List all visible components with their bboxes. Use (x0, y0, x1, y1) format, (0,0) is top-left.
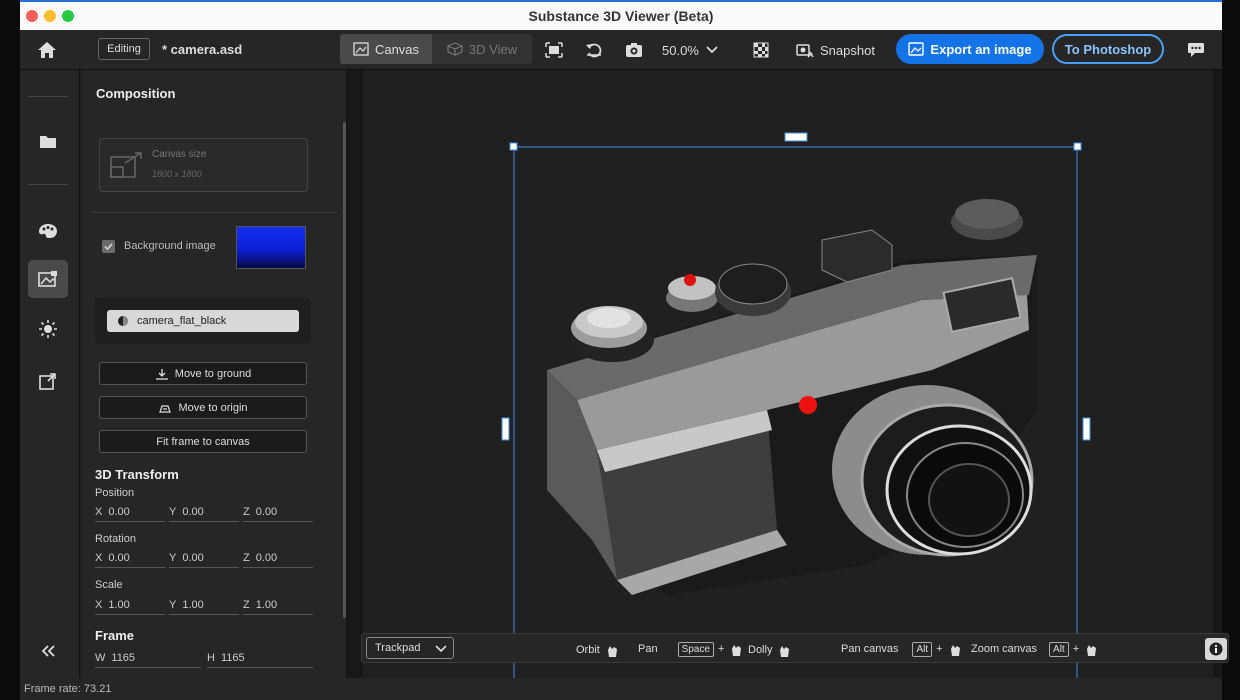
move-to-origin-label: Move to origin (178, 401, 248, 414)
background-image-checkbox[interactable] (102, 240, 115, 253)
move-to-ground-button[interactable]: Move to ground (99, 362, 307, 385)
composition-title: Composition (96, 86, 176, 101)
scale-y-field[interactable]: Y 1.00 (169, 595, 239, 615)
divider (28, 184, 68, 185)
divider (91, 212, 337, 213)
transform-title: 3D Transform (95, 467, 179, 482)
folder-icon[interactable] (28, 122, 68, 160)
hand-gesture-icon (607, 646, 617, 657)
app-window: Substance 3D Viewer (Beta) Editing * cam… (20, 0, 1229, 700)
composition-icon[interactable] (28, 260, 68, 298)
checkerboard-icon[interactable] (750, 38, 772, 62)
canvas-size-value: 1800 x 1800 (152, 169, 202, 179)
snapshot-label: Snapshot (820, 42, 875, 58)
properties-panel: Composition Canvas size 1800 x 1800 Back… (81, 70, 347, 678)
pan-canvas-hint: Pan canvas Alt + (841, 641, 963, 657)
move-to-origin-button[interactable]: Move to origin (99, 396, 307, 419)
tab-canvas-label: Canvas (374, 41, 420, 57)
scale-z-field[interactable]: Z 1.00 (243, 595, 313, 615)
canvas-size-label: Canvas size (152, 149, 207, 160)
scale-x-field[interactable]: X 1.00 (95, 595, 165, 615)
move-to-ground-label: Move to ground (174, 367, 252, 380)
hand-gesture-icon (950, 645, 960, 656)
file-name: * camera.asd (162, 41, 243, 57)
hand-gesture-icon (732, 645, 742, 656)
pan-hint: Pan Space + (638, 641, 744, 657)
window-title: Substance 3D Viewer (Beta) (528, 8, 714, 24)
material-slot: camera_flat_black (95, 298, 311, 344)
export-image-label: Export an image (930, 41, 1032, 57)
snapshot-button[interactable]: Snapshot (796, 38, 875, 62)
export-icon (908, 42, 925, 56)
input-mode-select[interactable]: Trackpad (366, 637, 454, 659)
dolly-hint: Dolly (748, 642, 792, 658)
chevron-down-icon[interactable] (704, 38, 720, 62)
status-bar: Frame rate: 73.21 (20, 678, 1222, 700)
fit-frame-button[interactable]: Fit frame to canvas (99, 430, 307, 453)
canvas-size-field[interactable]: Canvas size 1800 x 1800 (99, 138, 308, 192)
chevron-down-icon (435, 645, 447, 653)
tab-3d-view-label: 3D View (468, 41, 518, 57)
frame-icon[interactable] (542, 38, 566, 62)
input-mode-label: Trackpad (375, 642, 421, 654)
export-image-button[interactable]: Export an image (896, 34, 1044, 64)
zoom-canvas-hint: Zoom canvas Alt + (971, 641, 1099, 657)
snapshot-icon (796, 44, 814, 58)
material-name: camera_flat_black (137, 315, 227, 327)
checkmark-icon (104, 243, 113, 251)
lighting-sun-icon[interactable] (28, 310, 68, 348)
camera-render (501, 132, 1091, 678)
frame-title: Frame (95, 628, 135, 643)
cube-icon (447, 42, 463, 56)
hand-gesture-icon (1087, 645, 1097, 656)
origin-icon (159, 404, 172, 413)
alt-key: Alt (1049, 641, 1069, 657)
position-x-field[interactable]: X 0.00 (95, 502, 165, 522)
title-bar: Substance 3D Viewer (Beta) (20, 0, 1222, 30)
collapse-panel-icon[interactable] (28, 632, 68, 670)
editing-mode-button[interactable]: Editing (98, 38, 150, 60)
material-button[interactable]: camera_flat_black (107, 310, 299, 332)
frame-rate: Frame rate: 73.21 (24, 683, 112, 695)
divider (28, 96, 68, 97)
hand-gesture-icon (780, 646, 790, 657)
materials-palette-icon[interactable] (28, 212, 68, 250)
background-image-swatch[interactable] (236, 226, 306, 269)
export-share-icon[interactable] (28, 362, 68, 400)
navigation-bar: Trackpad Orbit Pan Space + Dolly Pan can… (361, 633, 1229, 663)
orbit-hint: Orbit (576, 642, 620, 658)
canvas-icon (353, 42, 369, 56)
canvas-viewport[interactable]: Trackpad Orbit Pan Space + Dolly Pan can… (347, 70, 1229, 678)
position-z-field[interactable]: Z 0.00 (243, 502, 313, 522)
position-y-field[interactable]: Y 0.00 (169, 502, 239, 522)
position-label: Position (95, 487, 135, 499)
scale-label: Scale (95, 579, 123, 591)
rotation-y-field[interactable]: Y 0.00 (169, 548, 239, 568)
info-icon[interactable] (1205, 638, 1227, 660)
background-image-label: Background image (124, 240, 216, 252)
camera-settings-icon[interactable] (622, 38, 646, 62)
rotation-label: Rotation (95, 533, 136, 545)
feedback-icon[interactable] (1184, 38, 1208, 62)
rotation-x-field[interactable]: X 0.00 (95, 548, 165, 568)
panel-scrollbar[interactable] (343, 122, 346, 618)
frame-height-field[interactable]: H 1165 (207, 648, 313, 668)
material-sphere-icon (118, 316, 128, 326)
left-toolbar (20, 70, 80, 678)
to-photoshop-button[interactable]: To Photoshop (1052, 34, 1164, 64)
tab-canvas[interactable]: Canvas (340, 34, 432, 64)
reset-view-icon[interactable] (582, 38, 606, 62)
top-toolbar: Editing * camera.asd Canvas 3D View 50.0… (20, 30, 1222, 70)
ground-icon (155, 368, 168, 380)
alt-key: Alt (912, 641, 933, 657)
space-key: Space (677, 641, 714, 657)
tab-3d-view[interactable]: 3D View (432, 34, 532, 64)
frame-width-field[interactable]: W 1165 (95, 648, 201, 668)
rotation-z-field[interactable]: Z 0.00 (243, 548, 313, 568)
home-icon[interactable] (34, 38, 60, 62)
zoom-level[interactable]: 50.0% (662, 38, 699, 62)
canvas-resize-icon (110, 152, 142, 178)
